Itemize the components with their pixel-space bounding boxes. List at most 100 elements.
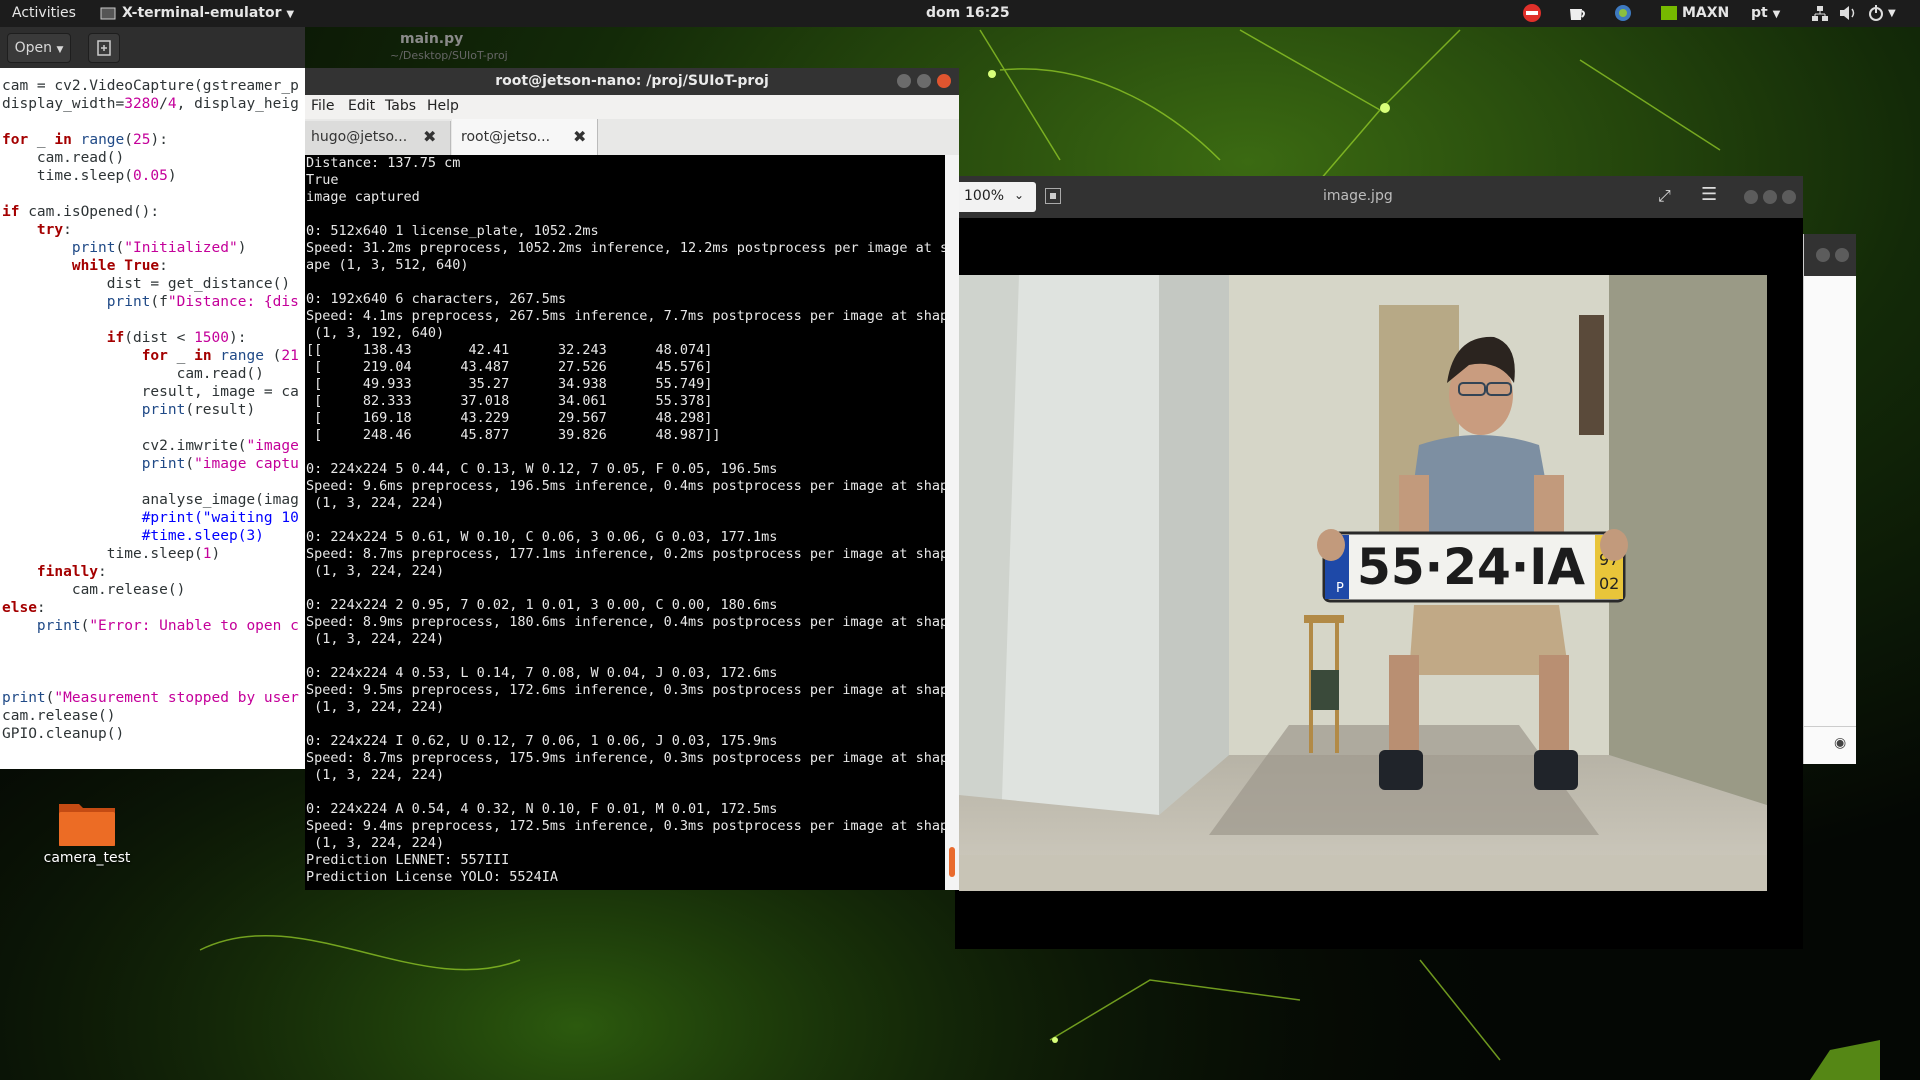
clock[interactable]: dom 16:25: [926, 0, 1010, 27]
terminal-line: (1, 3, 224, 224): [306, 699, 445, 715]
terminal-output[interactable]: Distance: 137.75 cm True image captured 0: …: [305, 155, 945, 890]
minimize-button[interactable]: [1744, 190, 1758, 204]
minimize-button[interactable]: [897, 74, 911, 88]
zoom-fit-icon: [1050, 193, 1056, 199]
settings-icon[interactable]: ◉: [1834, 735, 1846, 751]
terminal-line: Speed: 9.4ms preprocess, 172.5ms inferen…: [306, 818, 945, 834]
code-line: cam.release(): [2, 582, 186, 598]
code-line: cv2.imwrite("image: [2, 438, 299, 454]
code-line: time.sleep(1): [2, 546, 221, 562]
terminal-line: 0: 224x224 4 0.53, L 0.14, 7 0.08, W 0.0…: [306, 665, 778, 681]
terminal-line: (1, 3, 224, 224): [306, 631, 445, 647]
caffeine-icon[interactable]: [1566, 0, 1588, 27]
maximize-button[interactable]: [1763, 190, 1777, 204]
zoom-level: 100%: [964, 188, 1005, 204]
terminal-line: 0: 224x224 5 0.44, C 0.13, W 0.12, 7 0.0…: [306, 461, 778, 477]
code-line: else:: [2, 600, 46, 616]
terminal-line: (1, 3, 192, 640): [306, 325, 445, 341]
desktop-icon-camera-test[interactable]: camera_test: [32, 796, 142, 876]
code-line: cam.read(): [2, 150, 125, 166]
network-icon[interactable]: [1810, 0, 1830, 27]
terminal-line: (1, 3, 224, 224): [306, 835, 445, 851]
window-title: image.jpg: [1323, 188, 1393, 204]
do-not-disturb-icon[interactable]: [1521, 0, 1543, 27]
open-button-label: Open: [14, 40, 53, 56]
terminal-line: (1, 3, 224, 224): [306, 495, 445, 511]
maximize-button[interactable]: [1816, 248, 1830, 262]
background-window-titlebar: [1804, 234, 1856, 276]
code-line: cam = cv2.VideoCapture(gstreamer_p: [2, 78, 299, 94]
code-line: print(result): [141, 402, 256, 418]
activities-button[interactable]: Activities: [12, 0, 76, 27]
code-line: for _ in range(25):: [2, 132, 168, 148]
code-line: if(dist < 1500):: [106, 330, 247, 346]
close-button[interactable]: [1835, 248, 1849, 262]
code-line: print("image captu: [141, 456, 299, 472]
tab-root[interactable]: root@jetso... ✖: [452, 119, 598, 155]
volume-icon[interactable]: [1838, 0, 1858, 27]
chevron-down-icon[interactable]: ▼: [1888, 0, 1896, 27]
terminal-line: [[ 138.43 42.41 32.243 48.074]: [306, 342, 713, 358]
terminal-line: Speed: 8.7ms preprocess, 175.9ms inferen…: [306, 750, 945, 766]
power-icon[interactable]: [1866, 0, 1886, 27]
viewer-headerbar: 100% ⌄ image.jpg ⤢ ☰: [955, 176, 1803, 218]
terminal-line: 0: 224x224 5 0.61, W 0.10, C 0.06, 3 0.0…: [306, 529, 778, 545]
menu-help[interactable]: Help: [427, 98, 459, 114]
chevron-down-icon: ⌄: [1014, 188, 1025, 202]
menu-file[interactable]: File: [311, 98, 334, 114]
window-title: root@jetson-nano: /proj/SUIoT-proj: [495, 73, 769, 89]
terminal-app-icon: [100, 0, 116, 27]
language-label: pt: [1751, 5, 1768, 21]
zoom-fit-button[interactable]: [1045, 188, 1061, 204]
app-menu-button[interactable]: X-terminal-emulator ▼: [122, 0, 294, 27]
scrollbar-thumb[interactable]: [949, 847, 955, 877]
terminal-line: Speed: 9.6ms preprocess, 196.5ms inferen…: [306, 478, 945, 494]
folder-icon: [59, 804, 115, 846]
tab-hugo[interactable]: hugo@jetso... ✖: [305, 121, 451, 155]
close-button[interactable]: [937, 74, 951, 88]
code-line: try:: [36, 222, 72, 238]
zoom-dropdown[interactable]: 100% ⌄: [956, 182, 1036, 212]
terminal-scrollbar[interactable]: [945, 155, 959, 890]
open-button[interactable]: Open ▼: [7, 33, 71, 63]
code-editor[interactable]: cam = cv2.VideoCapture(gstreamer_p displa…: [0, 77, 305, 767]
menu-icon[interactable]: ☰: [1701, 184, 1717, 205]
desktop-icon-label: camera_test: [43, 850, 131, 866]
close-button[interactable]: [1782, 190, 1796, 204]
document-add-icon: [97, 40, 111, 56]
language-selector[interactable]: pt ▼: [1751, 0, 1780, 27]
menu-edit[interactable]: Edit: [348, 98, 375, 114]
power-mode-label[interactable]: MAXN: [1682, 0, 1729, 27]
chevron-down-icon: ▼: [56, 45, 64, 55]
gedit-headerbar: Open ▼ main.py ~/Desktop/SUIoT-proj: [0, 27, 508, 68]
background-window: ◉: [1803, 234, 1856, 764]
nvidia-icon[interactable]: [1660, 0, 1678, 27]
code-line: analyse_image(imag: [2, 492, 299, 508]
code-line: if cam.isOpened():: [2, 204, 160, 220]
maximize-button[interactable]: [917, 74, 931, 88]
window-subtitle: ~/Desktop/SUIoT-proj: [390, 49, 508, 62]
menu-tabs[interactable]: Tabs: [385, 98, 416, 114]
code-line: print("Measurement stopped by user: [2, 690, 299, 706]
gedit-window: Open ▼ main.py ~/Desktop/SUIoT-proj cam …: [0, 27, 508, 769]
terminal-line: ape (1, 3, 512, 640): [306, 257, 469, 273]
top-panel: Activities X-terminal-emulator ▼ dom 16:…: [0, 0, 1920, 27]
terminal-titlebar[interactable]: root@jetson-nano: /proj/SUIoT-proj: [305, 68, 959, 95]
fullscreen-icon[interactable]: ⤢: [1658, 186, 1671, 206]
terminal-line: Prediction License YOLO: 5524IA: [306, 869, 558, 885]
network-sync-icon[interactable]: [1611, 0, 1635, 27]
terminal-line: [ 219.04 43.487 27.526 45.576]: [306, 359, 713, 375]
terminal-line: Prediction LENNET: 557III: [306, 852, 510, 868]
close-tab-icon[interactable]: ✖: [573, 127, 586, 146]
code-line: for _ in range (21: [141, 348, 299, 364]
new-document-button[interactable]: [88, 33, 120, 63]
close-tab-icon[interactable]: ✖: [423, 127, 436, 146]
